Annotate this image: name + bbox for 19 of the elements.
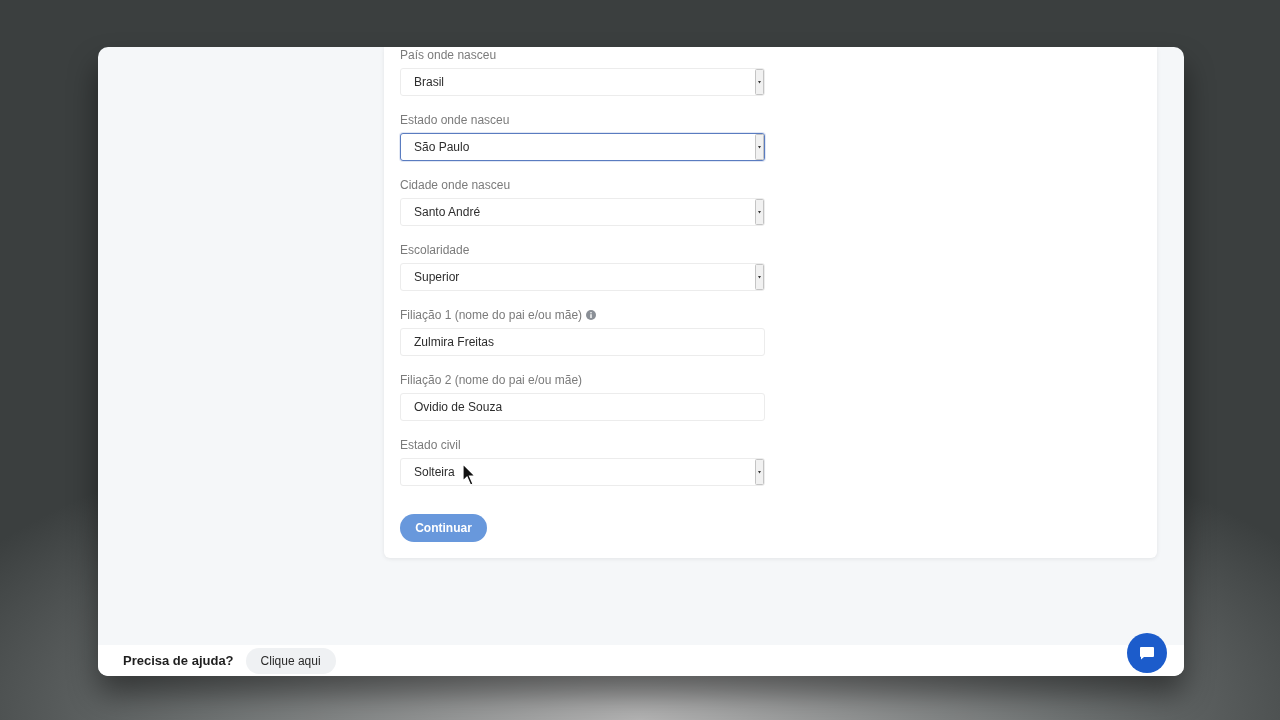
help-text: Precisa de ajuda? xyxy=(123,653,234,668)
field-label: Escolaridade xyxy=(400,243,470,257)
field-label: Filiação 2 (nome do pai e/ou mãe) xyxy=(400,373,583,387)
chat-bubble-icon xyxy=(1139,646,1155,660)
text-field[interactable]: Zulmira Freitas xyxy=(400,328,765,356)
field-label: Filiação 1 (nome do pai e/ou mãe) xyxy=(400,308,583,322)
dropdown-field[interactable]: Santo André xyxy=(400,198,765,226)
field-label: Estado civil xyxy=(400,438,461,452)
help-link-button[interactable]: Clique aqui xyxy=(245,647,336,674)
chat-button[interactable] xyxy=(1127,633,1167,673)
dropdown-field[interactable]: Superior xyxy=(400,263,765,291)
text-field[interactable]: Ovidio de Souza xyxy=(400,393,765,421)
field-label: Cidade onde nasceu xyxy=(400,178,511,192)
info-icon[interactable] xyxy=(586,310,597,320)
dropdown-field[interactable]: Brasil xyxy=(400,68,765,96)
dropdown-field[interactable]: Solteira xyxy=(400,458,765,486)
dropdown-field[interactable]: São Paulo xyxy=(400,133,765,161)
field-label: País onde nasceu xyxy=(400,48,497,62)
field-label: Estado onde nasceu xyxy=(400,113,510,127)
